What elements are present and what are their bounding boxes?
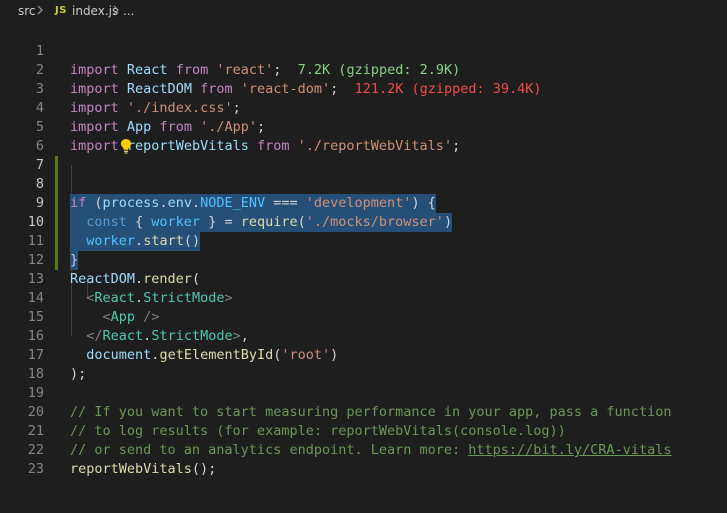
code-line[interactable]: 8 const { worker } = require('./mocks/br…	[0, 156, 727, 232]
code-line[interactable]: 17 );	[0, 327, 727, 382]
code-line[interactable]: 14 <App />	[0, 270, 727, 325]
breadcrumb: src JS index.js ...	[0, 0, 727, 22]
code-line[interactable]: 21 // or send to an analytics endpoint. …	[0, 403, 727, 458]
code-line[interactable]: 16 document.getElementById('root')	[0, 308, 727, 363]
breadcrumb-folder[interactable]: src	[18, 4, 36, 18]
code-line[interactable]: 18	[0, 346, 727, 382]
code-line[interactable]: 3 import './index.css';	[0, 61, 727, 116]
code-line[interactable]: 20 // to log results (for example: repor…	[0, 384, 727, 439]
code-editor[interactable]: 1 import React from 'react'; 7.2K (gzipp…	[0, 22, 727, 513]
code-line[interactable]: 10 }	[0, 194, 727, 270]
breadcrumb-symbol[interactable]: ...	[123, 4, 134, 18]
code-line[interactable]: 12 ReactDOM.render(	[0, 232, 727, 287]
code-line[interactable]: 13 <React.StrictMode>	[0, 251, 727, 306]
code-line[interactable]: 23	[0, 441, 727, 477]
line-number: 23	[27, 461, 44, 477]
code-line[interactable]: 7 if (process.env.NODE_ENV === 'developm…	[0, 137, 727, 213]
code-line[interactable]: 6	[0, 118, 727, 175]
chevron-right-icon	[112, 4, 120, 18]
code-line[interactable]: 19 // If you want to start measuring per…	[0, 365, 727, 420]
code-line[interactable]: 9 worker.start()	[0, 175, 727, 251]
code-line[interactable]: 22 reportWebVitals();	[0, 422, 727, 477]
code-line[interactable]: 2 import ReactDOM from 'react-dom'; 121.…	[0, 42, 727, 97]
code-line[interactable]: 4 import App from './App';	[0, 80, 727, 135]
code-line[interactable]: 1 import React from 'react'; 7.2K (gzipp…	[0, 23, 727, 78]
code-line[interactable]: 5 import reportWebVitals from './reportW…	[0, 99, 727, 154]
chevron-right-icon	[36, 4, 44, 18]
lightbulb-icon[interactable]	[71, 119, 131, 154]
code-line[interactable]: 15 </React.StrictMode>,	[0, 289, 727, 344]
code-line[interactable]: 11	[0, 213, 727, 270]
js-file-icon: JS	[55, 5, 67, 16]
